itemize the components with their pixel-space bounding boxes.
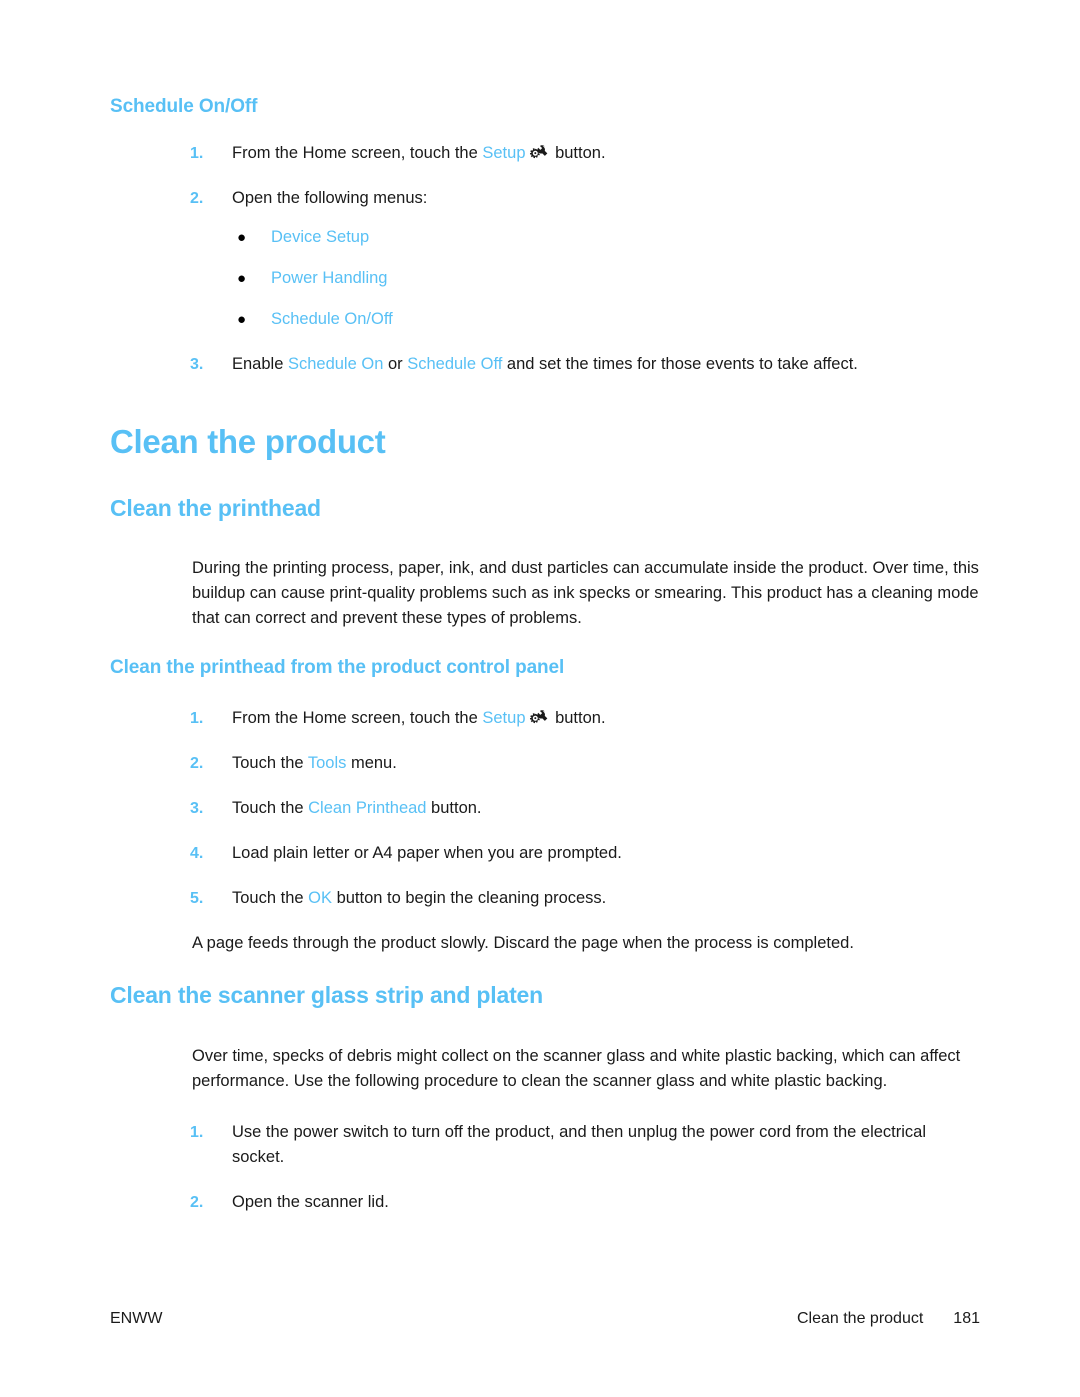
step-text: Use the power switch to turn off the pro… (232, 1122, 926, 1166)
scanner-steps-list: 1. Use the power switch to turn off the … (110, 1120, 980, 1215)
footer-locale-code: ENWW (110, 1310, 163, 1327)
ui-term-setup: Setup (482, 709, 526, 728)
step-text-after: and set the times for those events to ta… (502, 354, 858, 373)
step-text-before: From the Home screen, touch the (232, 143, 483, 162)
step-number: 1. (190, 710, 204, 728)
schedule-steps-list: 1. From the Home screen, touch the Setup… (110, 141, 980, 211)
scanner-body-paragraph: Over time, specks of debris might collec… (192, 1046, 961, 1090)
step-text-after: button. (550, 709, 606, 728)
step-number: 3. (190, 800, 204, 818)
ui-term-schedule-on: Schedule On (287, 354, 384, 373)
step-number: 1. (190, 144, 204, 162)
document-page: Schedule On/Off 1. From the Home screen,… (0, 0, 1080, 1397)
bullet-icon: ● (237, 310, 247, 328)
step-number: 1. (190, 1123, 204, 1141)
list-item: 1. From the Home screen, touch the Setup… (110, 706, 980, 731)
list-item: 2. Touch the Tools menu. (110, 751, 980, 776)
printhead-closing-note: A page feeds through the product slowly.… (192, 934, 854, 953)
bullet-icon: ● (237, 228, 247, 246)
page-number: 181 (953, 1310, 980, 1327)
printhead-steps-list: 1. From the Home screen, touch the Setup… (110, 706, 980, 911)
step-number: 2. (190, 755, 204, 773)
step-text-after: button. (550, 143, 606, 162)
step-number: 5. (190, 890, 204, 908)
step-text: Load plain letter or A4 paper when you a… (232, 844, 622, 863)
list-item: 3. Enable Schedule On or Schedule Off an… (110, 352, 980, 377)
step-text: Touch the Clean Printhead button. (232, 796, 980, 821)
footer-right-group: Clean the product 181 (797, 1310, 980, 1328)
step-text-before: Enable (232, 354, 288, 373)
list-item: 4. Load plain letter or A4 paper when yo… (110, 841, 980, 866)
step-text-after: menu. (346, 754, 397, 773)
step-text: Open the following menus: (232, 188, 428, 207)
list-item: 1. Use the power switch to turn off the … (110, 1120, 980, 1170)
step-text: From the Home screen, touch the Setup bu… (232, 706, 980, 731)
setup-wrench-gear-icon (529, 144, 549, 162)
menu-item-label: Device Setup (271, 227, 370, 246)
list-item: ● Device Setup (110, 225, 980, 250)
menu-path-list: ● Device Setup ● Power Handling ● Schedu… (110, 225, 980, 332)
menu-item-label: Power Handling (271, 268, 388, 287)
step-text: Touch the OK button to begin the cleanin… (232, 886, 980, 911)
ui-term-tools: Tools (307, 754, 347, 773)
ui-term-schedule-off: Schedule Off (407, 354, 503, 373)
ui-term-ok: OK (308, 889, 332, 908)
step-text-before: From the Home screen, touch the (232, 709, 483, 728)
heading-clean-printhead: Clean the printhead (110, 494, 321, 521)
list-item: 1. From the Home screen, touch the Setup… (110, 141, 980, 166)
step-text-after: button to begin the cleaning process. (331, 889, 607, 908)
printhead-body-paragraph: During the printing process, paper, ink,… (192, 559, 979, 628)
step-text-before: Touch the (232, 799, 309, 818)
step-number: 3. (190, 355, 204, 373)
step-text-after: button. (426, 799, 482, 818)
list-item: 5. Touch the OK button to begin the clea… (110, 886, 980, 911)
setup-wrench-gear-icon (529, 709, 549, 727)
step-number: 4. (190, 845, 204, 863)
step-text: Touch the Tools menu. (232, 751, 980, 776)
step-text: From the Home screen, touch the Setup bu… (232, 141, 980, 166)
list-item: 2. Open the scanner lid. (110, 1190, 980, 1215)
list-item: ● Power Handling (110, 266, 980, 291)
list-item: 3. Touch the Clean Printhead button. (110, 796, 980, 821)
step-text: Open the scanner lid. (232, 1192, 389, 1211)
page-footer: ENWW Clean the product 181 (110, 1310, 980, 1328)
page-title: Clean the product (110, 422, 386, 460)
heading-clean-scanner-glass: Clean the scanner glass strip and platen (110, 982, 543, 1009)
ui-term-setup: Setup (482, 143, 526, 162)
heading-clean-printhead-control-panel: Clean the printhead from the product con… (110, 657, 565, 679)
step-text-before: Touch the (232, 754, 308, 773)
schedule-steps-list-continued: 3. Enable Schedule On or Schedule Off an… (110, 352, 980, 377)
ui-term-clean-printhead: Clean Printhead (308, 799, 427, 818)
list-item: ● Schedule On/Off (110, 307, 980, 332)
bullet-icon: ● (237, 269, 247, 287)
menu-item-label: Schedule On/Off (271, 309, 393, 328)
page-content: Schedule On/Off 1. From the Home screen,… (110, 96, 980, 1215)
step-text-middle: or (383, 354, 408, 373)
heading-schedule-on-off: Schedule On/Off (110, 96, 258, 117)
step-number: 2. (190, 189, 204, 207)
footer-chapter-title: Clean the product (796, 1310, 924, 1327)
list-item: 2. Open the following menus: (110, 186, 980, 211)
step-text: Enable Schedule On or Schedule Off and s… (232, 352, 980, 377)
step-text-before: Touch the (232, 889, 309, 908)
step-number: 2. (190, 1193, 204, 1211)
